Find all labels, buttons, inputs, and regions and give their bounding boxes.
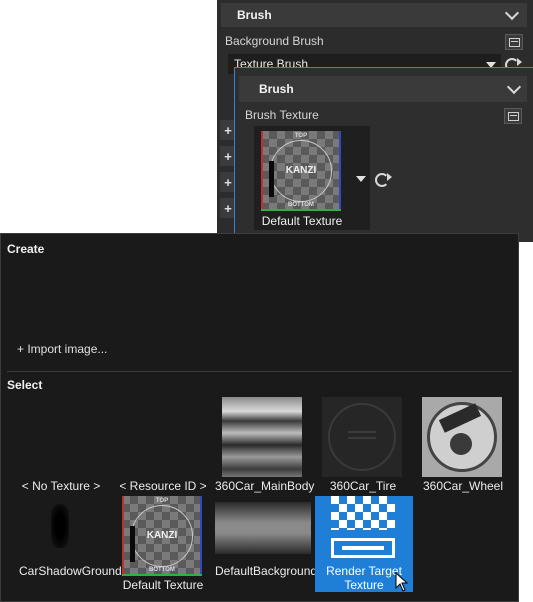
render-target-frame (331, 538, 395, 558)
texture-tile-resource-id[interactable]: < Resource ID > (115, 397, 211, 495)
texture-name-label: Default Texture (261, 214, 343, 228)
texture-picker-popup: Create + Import image... Select < No Tex… (0, 233, 519, 602)
mainbody-thumbnail (222, 397, 302, 477)
brush-section-header[interactable]: Brush (221, 3, 527, 27)
texture-tile-no-texture[interactable]: < No Texture > (13, 397, 109, 495)
create-section-title: Create (7, 242, 45, 256)
texture-tile-360car-wheel[interactable]: 360Car_Wheel (415, 397, 511, 495)
select-section-title: Select (7, 378, 43, 392)
reset-icon[interactable] (375, 173, 392, 187)
background-thumbnail (215, 502, 311, 554)
brush-section-title: Brush (259, 82, 294, 96)
resource-icon[interactable] (504, 108, 522, 124)
default-texture-thumbnail: TOP KANZI BOTTOM (261, 131, 341, 211)
texture-tile-carshadowgrounda[interactable]: CarShadowGroundA (13, 496, 130, 594)
wheel-thumbnail (422, 397, 502, 477)
chevron-down-icon[interactable] (504, 5, 520, 20)
texture-tile-defaultbackground[interactable]: DefaultBackground (215, 496, 317, 594)
brush-section-header[interactable]: Brush (239, 76, 527, 102)
background-brush-label: Background Brush (225, 34, 324, 48)
shadow-thumbnail (51, 504, 69, 548)
brush-texture-label: Brush Texture (245, 108, 319, 122)
texture-tile-default-texture[interactable]: TOP KANZI BOTTOM Default Texture (115, 496, 211, 594)
divider (7, 371, 512, 372)
default-texture-thumbnail: TOP KANZI BOTTOM (122, 496, 202, 576)
import-image-link[interactable]: + Import image... (17, 342, 107, 356)
properties-panel-front: Brush Brush Texture TOP KANZI BOTTOM Def… (234, 67, 533, 242)
brush-section-title: Brush (237, 8, 272, 22)
render-target-thumbnail (331, 496, 395, 530)
mouse-cursor-icon (395, 572, 409, 592)
texture-tile-render-target-texture[interactable]: Render Target Texture (315, 496, 413, 592)
texture-tile-360car-mainbody[interactable]: 360Car_MainBody (215, 397, 314, 495)
tire-thumbnail (322, 397, 402, 477)
resource-icon[interactable] (505, 34, 523, 50)
dropdown-arrow-icon[interactable] (356, 176, 366, 182)
brush-texture-field[interactable]: TOP KANZI BOTTOM Default Texture (254, 126, 370, 230)
texture-tile-360car-tire[interactable]: 360Car_Tire (315, 397, 411, 495)
chevron-down-icon[interactable] (506, 79, 522, 94)
